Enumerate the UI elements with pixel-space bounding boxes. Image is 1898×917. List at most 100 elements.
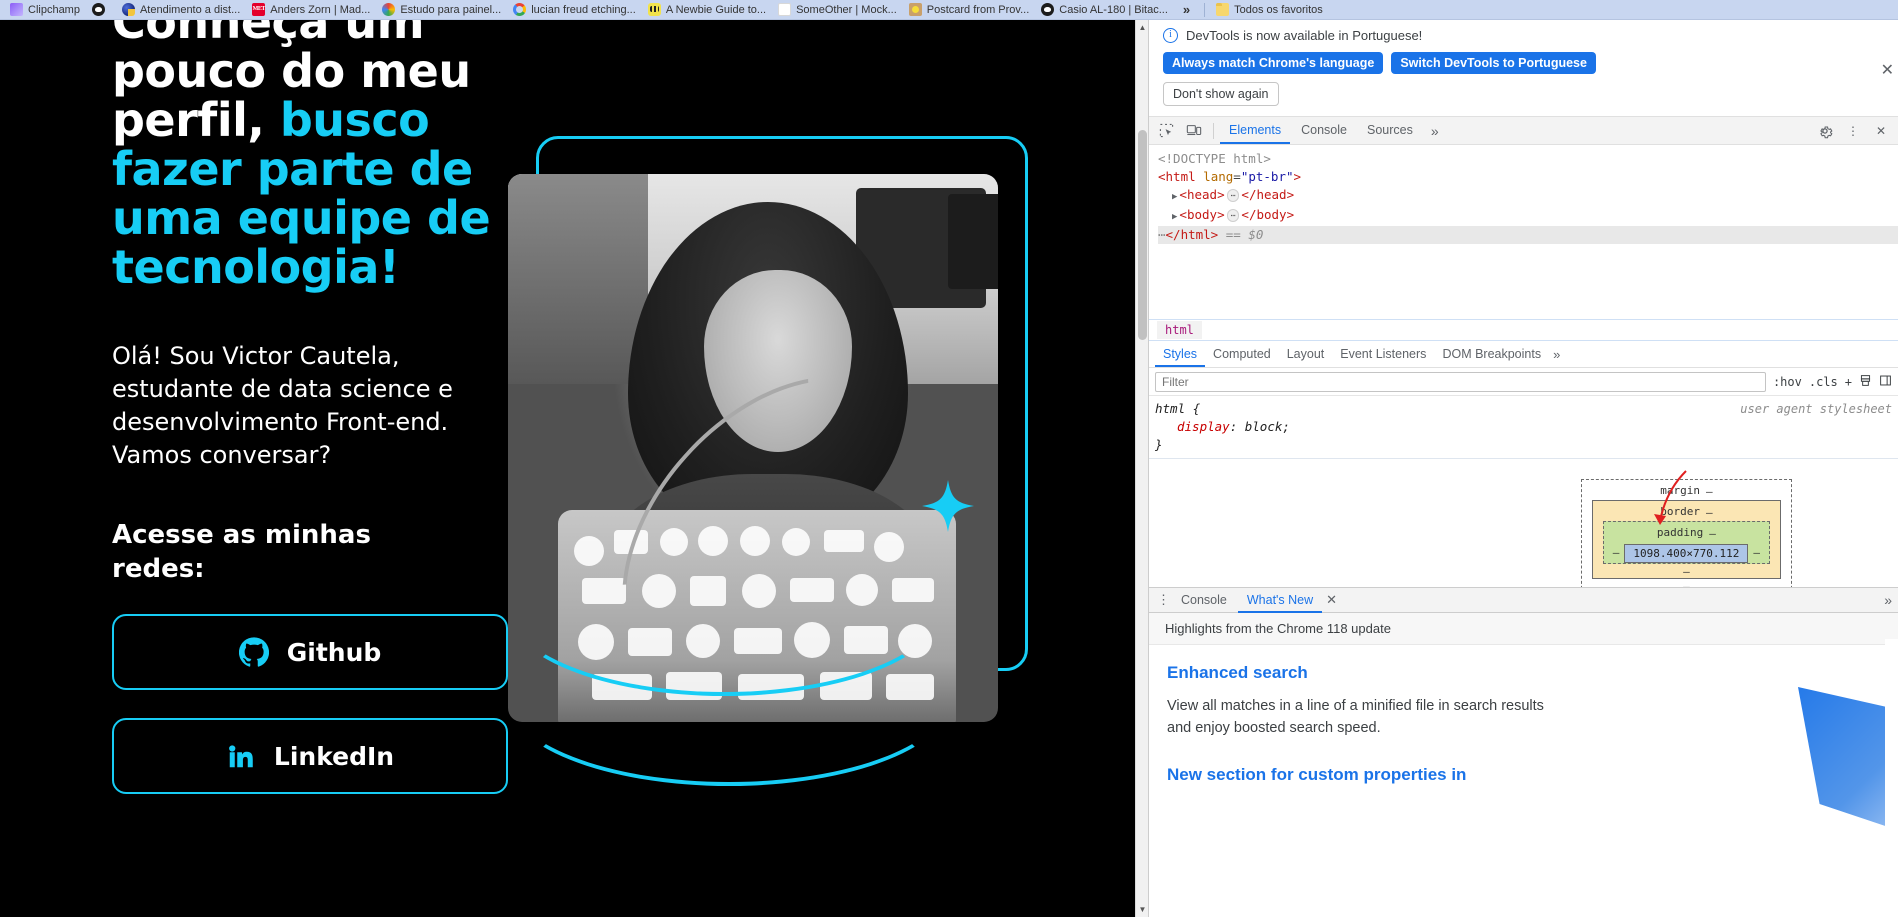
dont-show-again-button[interactable]: Don't show again bbox=[1163, 82, 1279, 106]
dom-line-doctype[interactable]: <!DOCTYPE html> bbox=[1158, 150, 1898, 168]
drawer-tab-whats-new[interactable]: What's New bbox=[1237, 588, 1323, 613]
expand-ellipsis-icon[interactable]: ⋯ bbox=[1226, 189, 1240, 202]
css-property-value[interactable]: block; bbox=[1245, 419, 1290, 434]
expand-ellipsis-icon[interactable]: ⋯ bbox=[1226, 209, 1240, 222]
box-model-padding[interactable]: padding – – 1098.400×770.112 – bbox=[1602, 521, 1770, 564]
cls-toggle-button[interactable]: .cls bbox=[1809, 375, 1838, 389]
banner-message: DevTools is now available in Portuguese! bbox=[1186, 28, 1423, 43]
gear-icon[interactable] bbox=[1812, 119, 1838, 143]
dom-line-html-close[interactable]: ⋯</html> == $0 bbox=[1158, 226, 1898, 244]
always-match-language-button[interactable]: Always match Chrome's language bbox=[1163, 52, 1384, 74]
box-model-padding-value[interactable]: – bbox=[1709, 527, 1716, 540]
bookmark-item[interactable]: Clipchamp bbox=[4, 2, 86, 18]
box-model-margin-label: margin bbox=[1660, 484, 1700, 497]
switch-language-button[interactable]: Switch DevTools to Portuguese bbox=[1391, 52, 1596, 74]
plus-icon[interactable]: + bbox=[1845, 375, 1852, 389]
css-rule-selector[interactable]: html { bbox=[1155, 400, 1200, 418]
tab-event-listeners[interactable]: Event Listeners bbox=[1332, 341, 1434, 367]
tab-elements[interactable]: Elements bbox=[1220, 117, 1291, 144]
bookmark-item[interactable] bbox=[86, 2, 116, 17]
box-model-border[interactable]: border – padding – – 1098.400×770.112 – bbox=[1591, 500, 1781, 579]
more-tabs-button[interactable]: » bbox=[1424, 123, 1446, 139]
page-scrollbar[interactable]: ▲ ▼ bbox=[1135, 20, 1148, 917]
close-tab-icon[interactable]: ✕ bbox=[1326, 592, 1337, 608]
hov-toggle-button[interactable]: :hov bbox=[1773, 375, 1802, 389]
bookmark-item[interactable]: Estudo para painel... bbox=[376, 2, 507, 18]
dom-tree[interactable]: <!DOCTYPE html> <html lang="pt-br"> ▶ <he… bbox=[1149, 145, 1898, 249]
all-bookmarks-label: Todos os favoritos bbox=[1234, 3, 1323, 16]
html-tag-name: html bbox=[1165, 169, 1196, 184]
box-model-padding-right[interactable]: – bbox=[1753, 546, 1760, 559]
css-rules-pane[interactable]: html { user agent stylesheet display: bl… bbox=[1149, 396, 1898, 459]
bookmark-label: SomeOther | Mock... bbox=[796, 3, 897, 16]
scroll-down-arrow-icon[interactable]: ▼ bbox=[1136, 902, 1148, 917]
linkedin-button[interactable]: LinkedIn bbox=[112, 718, 508, 794]
print-styles-icon[interactable] bbox=[1859, 374, 1872, 390]
bookmark-item[interactable]: MET Anders Zorn | Mad... bbox=[246, 2, 376, 18]
whats-new-scrollbar[interactable] bbox=[1885, 639, 1898, 917]
bookmark-item[interactable]: Casio AL-180 | Bitac... bbox=[1035, 2, 1174, 18]
close-devtools-icon[interactable]: ✕ bbox=[1868, 119, 1894, 143]
box-model-margin-value[interactable]: – bbox=[1706, 485, 1713, 498]
dom-line-html-open[interactable]: <html lang="pt-br"> bbox=[1158, 168, 1898, 186]
inspect-element-icon[interactable] bbox=[1153, 119, 1179, 143]
box-model-content-size[interactable]: 1098.400×770.112 bbox=[1624, 544, 1749, 563]
devtools-language-banner: i DevTools is now available in Portugues… bbox=[1149, 20, 1898, 117]
whats-new-section-1-title[interactable]: Enhanced search bbox=[1167, 663, 1880, 683]
dom-line-body[interactable]: ▶ <body> ⋯ </body> bbox=[1158, 206, 1898, 226]
styles-filter-input[interactable] bbox=[1155, 371, 1766, 392]
github-button[interactable]: Github bbox=[112, 614, 508, 690]
body-close-tag-name: body bbox=[1256, 207, 1287, 222]
drawer-tab-console[interactable]: Console bbox=[1172, 588, 1236, 613]
linkedin-icon bbox=[226, 741, 256, 771]
styles-sidebar-tabs: Styles Computed Layout Event Listeners D… bbox=[1149, 341, 1898, 368]
tab-layout[interactable]: Layout bbox=[1279, 341, 1333, 367]
more-sidebar-tabs-button[interactable]: » bbox=[1549, 347, 1564, 362]
tab-dom-breakpoints[interactable]: DOM Breakpoints bbox=[1434, 341, 1549, 367]
bookmark-item[interactable]: lucian freud etching... bbox=[507, 2, 642, 18]
bookmark-item[interactable]: SomeOther | Mock... bbox=[772, 2, 903, 18]
box-model-margin-bottom[interactable]: – bbox=[1683, 580, 1690, 587]
chevron-right-icon[interactable]: ▶ bbox=[1172, 188, 1177, 206]
tab-computed[interactable]: Computed bbox=[1205, 341, 1279, 367]
page-scrollbar-thumb[interactable] bbox=[1138, 130, 1147, 340]
dark-circle-favicon bbox=[91, 3, 105, 16]
bookmark-item[interactable]: Atendimento a dist... bbox=[116, 2, 246, 18]
box-model-border-value[interactable]: – bbox=[1706, 506, 1713, 519]
tab-styles[interactable]: Styles bbox=[1155, 341, 1206, 367]
heading-accent-3: uma equipe de bbox=[112, 191, 491, 245]
bookmarks-overflow-button[interactable]: » bbox=[1174, 2, 1199, 17]
github-icon bbox=[238, 637, 269, 667]
toggle-sidebar-icon[interactable] bbox=[1879, 374, 1892, 390]
device-toolbar-icon[interactable] bbox=[1181, 119, 1207, 143]
drawer-more-right-icon[interactable]: » bbox=[1884, 592, 1898, 608]
css-property-name[interactable]: display bbox=[1155, 419, 1230, 434]
doctype-text: <!DOCTYPE html> bbox=[1158, 151, 1271, 166]
chevron-right-icon[interactable]: ▶ bbox=[1172, 208, 1177, 226]
head-tag-name: head bbox=[1186, 187, 1218, 202]
box-model-diagram[interactable]: margin – border – padding – – 1098.400×7… bbox=[1580, 470, 1792, 587]
whats-new-section-2-title[interactable]: New section for custom properties in bbox=[1167, 765, 1880, 785]
bookmark-item[interactable]: A Newbie Guide to... bbox=[642, 2, 772, 18]
breadcrumb-item-html[interactable]: html bbox=[1157, 321, 1202, 339]
box-model-padding-left[interactable]: – bbox=[1613, 546, 1620, 559]
page-viewport: Conheça um pouco do meu perfil, busco fa… bbox=[0, 20, 1148, 917]
css-declaration[interactable]: display: block; bbox=[1155, 418, 1892, 436]
bookmark-label: Casio AL-180 | Bitac... bbox=[1059, 3, 1168, 16]
dom-line-head[interactable]: ▶ <head> ⋯ </head> bbox=[1158, 186, 1898, 206]
bookmark-item[interactable]: Postcard from Prov... bbox=[903, 2, 1036, 18]
drawer-tabs: ⋮ Console What's New ✕ » bbox=[1149, 587, 1898, 613]
box-model-border-bottom[interactable]: – bbox=[1683, 565, 1690, 578]
heading-accent-1: busco bbox=[279, 93, 430, 147]
tab-sources[interactable]: Sources bbox=[1358, 117, 1422, 144]
scroll-up-arrow-icon[interactable]: ▲ bbox=[1136, 20, 1148, 35]
bookmark-label: Atendimento a dist... bbox=[139, 3, 241, 16]
box-model-margin[interactable]: margin – border – padding – – 1098.400×7… bbox=[1580, 479, 1792, 587]
heading-line-3: perfil, bbox=[112, 93, 280, 147]
close-icon[interactable]: ✕ bbox=[1881, 60, 1894, 80]
html-attr-value: "pt-br" bbox=[1240, 169, 1294, 184]
drawer-more-icon[interactable]: ⋮ bbox=[1157, 592, 1170, 608]
more-options-icon[interactable]: ⋮ bbox=[1840, 119, 1866, 143]
all-bookmarks-button[interactable]: Todos os favoritos bbox=[1210, 2, 1329, 18]
tab-console[interactable]: Console bbox=[1292, 117, 1356, 144]
